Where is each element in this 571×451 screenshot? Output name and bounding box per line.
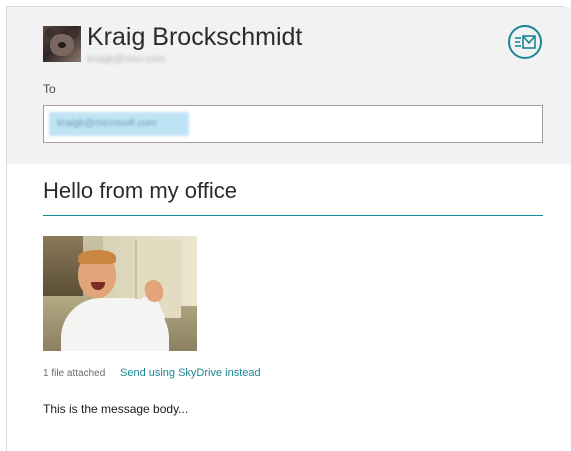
send-using-skydrive-link[interactable]: Send using SkyDrive instead	[120, 367, 261, 379]
compose-header: Kraig Brockschmidt kraigb@msn.com To kra…	[7, 7, 571, 164]
send-mail-icon	[515, 35, 536, 49]
sender-avatar	[43, 26, 81, 62]
recipient-chip[interactable]: kraigb@microsoft.com	[49, 112, 189, 136]
to-field[interactable]: kraigb@microsoft.com	[43, 105, 543, 143]
sender-email: kraigb@msn.com	[87, 54, 165, 65]
message-body[interactable]: This is the message body...	[43, 402, 188, 416]
to-label: To	[43, 82, 56, 96]
subject-field[interactable]: Hello from my office	[43, 178, 237, 204]
subject-underline	[43, 215, 543, 216]
attachment-thumbnail[interactable]	[43, 236, 197, 351]
attachment-count: 1 file attached	[43, 368, 106, 379]
send-button[interactable]	[508, 25, 542, 59]
sender-name: Kraig Brockschmidt	[87, 23, 303, 51]
